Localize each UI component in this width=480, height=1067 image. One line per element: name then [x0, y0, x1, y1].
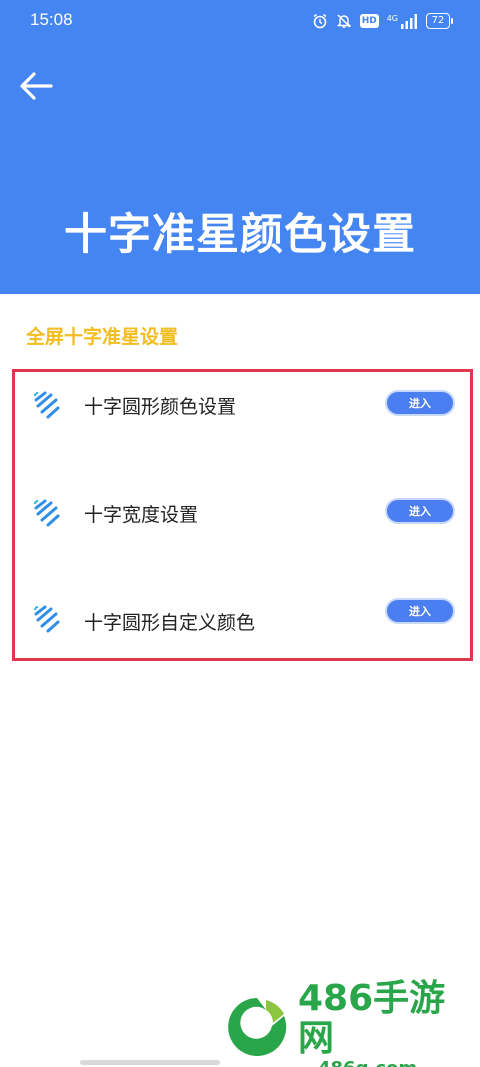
watermark-logo-icon [226, 996, 288, 1062]
pills-icon [32, 498, 62, 528]
page-title: 十字准星颜色设置 [64, 210, 416, 260]
watermark-title: 486手游网 [298, 978, 446, 1059]
navigation-hint-bar [80, 1060, 220, 1065]
enter-button[interactable]: 进入 [385, 390, 455, 416]
status-time: 15:08 [30, 10, 73, 29]
setting-item-width[interactable]: 十字宽度设置 进入 [0, 484, 480, 540]
back-button[interactable] [16, 70, 56, 106]
watermark-text: 486手游网 486g.com [298, 979, 480, 1067]
pills-icon [32, 604, 62, 634]
enter-button[interactable]: 进入 [385, 598, 455, 624]
network-type: 4G [386, 13, 398, 23]
setting-item-label: 十字圆形颜色设置 [84, 396, 237, 418]
watermark-url: 486g.com [298, 1059, 480, 1067]
setting-item-custom-color[interactable]: 十字圆形自定义颜色 进入 [0, 590, 480, 646]
alarm-icon [312, 13, 328, 29]
watermark: 486手游网 486g.com [226, 979, 480, 1067]
setting-item-label: 十字圆形自定义颜色 [84, 612, 256, 634]
app-header: 15:08 HD 4G 72 十字准星颜色设置 [0, 0, 480, 294]
arrow-left-icon [19, 72, 53, 104]
pills-icon [32, 390, 62, 420]
setting-item-circle-color[interactable]: 十字圆形颜色设置 进入 [0, 376, 480, 432]
status-bar: 15:08 HD 4G 72 [0, 0, 480, 44]
section-title: 全屏十字准星设置 [26, 326, 179, 348]
battery-indicator: 72 [426, 13, 453, 29]
hd-badge: HD [359, 14, 379, 28]
mute-bell-icon [336, 13, 352, 29]
status-icons: HD 4G 72 [312, 12, 453, 30]
signal-icon [400, 13, 418, 29]
enter-button[interactable]: 进入 [385, 498, 455, 524]
setting-item-label: 十字宽度设置 [84, 504, 199, 526]
